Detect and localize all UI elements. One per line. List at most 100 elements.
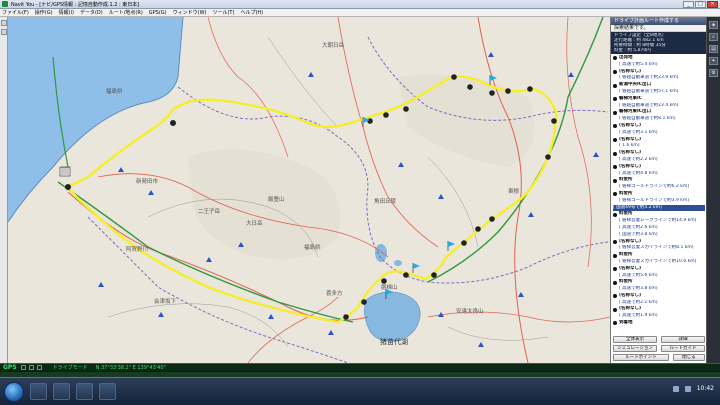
menu-help[interactable]: ヘルプ(H): [240, 9, 263, 16]
route-segment-item[interactable]: [ 高速で約2.1 km]: [613, 300, 705, 307]
route-marker[interactable]: [403, 272, 409, 278]
satellite-icon[interactable]: [20, 365, 26, 370]
menu-info[interactable]: 情報(I): [59, 9, 74, 16]
route-marker[interactable]: [170, 120, 176, 126]
menu-route[interactable]: ルート/地点(R): [109, 9, 143, 16]
route-segment-item[interactable]: [ 高速で約4.8 km]: [613, 171, 705, 178]
route-point-button[interactable]: ルートポイント: [613, 354, 669, 361]
menu-file[interactable]: ファイル(F): [2, 9, 29, 16]
record-icon[interactable]: [36, 365, 42, 370]
route-marker[interactable]: [551, 118, 557, 124]
route-segment-item[interactable]: [ 1.6 km]: [613, 143, 705, 150]
route-marker[interactable]: [403, 106, 409, 112]
route-segment-item[interactable]: [ 磐梯吾妻スカイラインで約10.6 km]: [613, 259, 705, 266]
route-segment-item[interactable]: [ 高速で約2.6 km]: [613, 225, 705, 232]
route-segment-item[interactable]: [ 磐梯吾妻スカイラインで約8.1 km]: [613, 245, 705, 252]
route-marker[interactable]: [451, 74, 457, 80]
route-segment-item[interactable]: [ 高速で約3.8 km]: [613, 286, 705, 293]
route-point-item[interactable]: (名称なし): [613, 69, 705, 76]
route-point-item[interactable]: (名称なし): [613, 293, 705, 300]
details-button[interactable]: 詳細: [661, 336, 705, 343]
zoom-out-icon[interactable]: [1, 29, 7, 35]
route-marker[interactable]: [489, 90, 495, 96]
show-all-route-button[interactable]: 全体表示: [613, 336, 657, 343]
route-segment-item[interactable]: [ 高速で約2.2 km]: [613, 157, 705, 164]
route-marker[interactable]: [343, 314, 349, 320]
route-point-item[interactable]: 料金所: [613, 211, 705, 218]
route-segment-item[interactable]: [ 磐越自動車道で約8.1 km]: [613, 116, 705, 123]
route-icon[interactable]: ◈: [709, 21, 718, 29]
minimize-button[interactable]: _: [683, 1, 694, 8]
route-point-item[interactable]: 磐梯河東IC: [613, 96, 705, 103]
gear-icon[interactable]: ⚙: [709, 69, 718, 77]
route-point-item[interactable]: (名称なし): [613, 306, 705, 313]
route-segment-item[interactable]: [ 高速で約3.1 km]: [613, 130, 705, 137]
menu-window[interactable]: ウィンドウ(W): [173, 9, 207, 16]
route-point-item[interactable]: (名称なし): [613, 164, 705, 171]
route-point-item[interactable]: (名称なし): [613, 266, 705, 273]
zoom-in-icon[interactable]: [1, 20, 7, 26]
route-point-item[interactable]: 出発地: [613, 55, 705, 62]
route-segment-item[interactable]: [ 磐越自動車道で約23.4 km]: [613, 103, 705, 110]
simulation-button[interactable]: シミュレーション: [613, 345, 657, 352]
network-icon[interactable]: [672, 385, 679, 392]
route-point-item[interactable]: 料金所: [613, 252, 705, 259]
route-point-item[interactable]: 新潟中央IC出口: [613, 82, 705, 89]
taskbar-app-icon[interactable]: [53, 383, 70, 400]
route-marker[interactable]: [527, 86, 533, 92]
route-segment-item[interactable]: [ 国道で約3.8 km]: [613, 232, 705, 239]
route-segment-item[interactable]: [ 磐梯ゴールドラインで約3.9 km]: [613, 198, 705, 205]
route-marker[interactable]: [367, 118, 373, 124]
route-marker[interactable]: [361, 299, 367, 305]
route-point-item[interactable]: (名称なし): [613, 123, 705, 130]
route-segment-item[interactable]: [ 高速で約5.4 km]: [613, 62, 705, 69]
panel-close-button[interactable]: 閉じる: [673, 354, 705, 361]
search-icon[interactable]: ⌕: [709, 33, 718, 41]
route-point-item[interactable]: 料金所: [613, 279, 705, 286]
route-point-item[interactable]: 磐梯河東IC出口: [613, 109, 705, 116]
route-point-item[interactable]: (名称なし): [613, 239, 705, 246]
route-point-item[interactable]: 到着地: [613, 320, 705, 327]
start-marker-icon[interactable]: [59, 166, 71, 177]
route-item-label: 料金所: [619, 211, 633, 217]
menu-tools[interactable]: ツール(T): [212, 9, 234, 16]
menu-data[interactable]: データ(D): [80, 9, 103, 16]
route-marker[interactable]: [545, 154, 551, 160]
route-point-item[interactable]: 料金所: [613, 191, 705, 198]
route-guide-button[interactable]: ルートガイド: [661, 345, 705, 352]
route-marker[interactable]: [65, 184, 71, 190]
maximize-button[interactable]: □: [695, 1, 706, 8]
compass-icon[interactable]: ✦: [709, 57, 718, 65]
route-marker[interactable]: [461, 240, 467, 246]
menu-gps[interactable]: GPS(G): [149, 10, 167, 16]
route-segment-item[interactable]: [ 高速で約1.9 km]: [613, 313, 705, 320]
taskbar-app-icon[interactable]: [76, 383, 93, 400]
volume-icon[interactable]: [684, 385, 691, 392]
route-marker[interactable]: [383, 112, 389, 118]
signal-icon[interactable]: [28, 365, 34, 370]
route-marker[interactable]: [475, 226, 481, 232]
route-point-item[interactable]: (名称なし): [613, 137, 705, 144]
route-marker[interactable]: [489, 216, 495, 222]
start-button[interactable]: [4, 381, 24, 402]
route-marker[interactable]: [505, 88, 511, 94]
route-segment-item[interactable]: [ 高速で約5.6 km]: [613, 273, 705, 280]
layer-icon[interactable]: ▤: [709, 45, 718, 53]
route-point-item[interactable]: (名称なし): [613, 150, 705, 157]
route-segment-item[interactable]: [ 磐梯ゴールドラインで約6.2 km]: [613, 184, 705, 191]
route-segment-item[interactable]: [ 磐梯吾妻レークラインで約14.9 km]: [613, 218, 705, 225]
taskbar-app-icon[interactable]: [99, 383, 116, 400]
route-segment-item[interactable]: [ 国道49号で約4.2 km]: [613, 204, 705, 212]
route-segment-item[interactable]: [ 磐越自動車道で約57.1 km]: [613, 89, 705, 96]
flag-icon[interactable]: [412, 263, 420, 273]
route-step-list[interactable]: 出発地[ 高速で約5.4 km] (名称なし)[ 磐越自動車道で約23.9 km]…: [611, 54, 706, 327]
route-marker[interactable]: [431, 272, 437, 278]
map-canvas[interactable]: [8, 17, 610, 363]
close-button[interactable]: ×: [707, 1, 718, 8]
taskbar-app-icon[interactable]: [30, 383, 47, 400]
route-marker[interactable]: [467, 84, 473, 90]
route-point-item[interactable]: 料金所: [613, 177, 705, 184]
menu-operation[interactable]: 操作(G): [35, 9, 53, 16]
route-segment-item[interactable]: [ 磐越自動車道で約23.9 km]: [613, 75, 705, 82]
map-view[interactable]: 大朝日岳 福島県 二王子岳 飯豊山 大日岳 角田丘陵 福島県 安達太良山 猪苗代…: [8, 17, 610, 363]
